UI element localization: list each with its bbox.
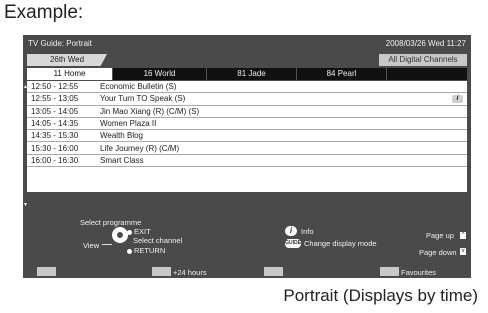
programme-time: 12:55 - 13:05 [31, 94, 79, 104]
info-label: Info [301, 227, 314, 236]
channel-tab-pearl[interactable]: 84 Pearl [297, 68, 387, 80]
select-programme-label: Select programme [80, 218, 142, 227]
programme-time: 16:00 - 16:30 [31, 155, 79, 165]
green-key-label: +24 hours [173, 268, 207, 277]
channel-tab-jade[interactable]: 81 Jade [207, 68, 297, 80]
exit-hint: EXIT [127, 227, 151, 236]
date-tab[interactable]: 26th Wed [27, 54, 107, 66]
programme-row[interactable]: 14:35 - 15:30 Wealth Blog [27, 130, 467, 143]
tv-guide-screen: TV Guide: Portrait 2008/03/26 Wed 11:27 … [23, 35, 471, 278]
programme-title: Life Journey (R) (C/M) [100, 143, 180, 153]
channel-bar: 11 Home 16 World 81 Jade 84 Pearl [27, 68, 467, 80]
color-key-bar: +24 hours Favourites [23, 265, 471, 278]
programme-title: Wealth Blog [100, 131, 143, 141]
programme-time: 12:50 - 12:55 [31, 82, 79, 92]
red-color-key[interactable] [37, 267, 56, 276]
programme-time: 14:05 - 14:35 [31, 119, 79, 129]
info-icon[interactable]: i [452, 95, 463, 104]
return-label: RETURN [134, 246, 166, 255]
navigation-pad-icon [112, 227, 128, 243]
current-datetime: 2008/03/26 Wed 11:27 [385, 39, 466, 48]
programme-time: 15:30 - 16:00 [31, 143, 79, 153]
blue-key-label: Favourites [401, 268, 437, 277]
green-color-key[interactable] [152, 267, 171, 276]
programme-row[interactable]: 16:00 - 16:30 Smart Class [27, 155, 467, 168]
view-leader-line [102, 244, 112, 245]
select-channel-label: Select channel [133, 236, 183, 245]
programme-row[interactable]: 13:05 - 14:05 Jin Mao Xiang (R) (C/M) (S… [27, 106, 467, 118]
programme-row[interactable]: 12:50 - 12:55 Economic Bulletin (S) [27, 81, 467, 94]
programme-row[interactable]: 14:05 - 14:35 Women Plaza II [27, 118, 467, 131]
return-dot-icon [127, 248, 132, 254]
figure-caption: Portrait (Displays by time) [283, 286, 478, 305]
channel-tab-empty [387, 68, 467, 80]
return-hint: RETURN [127, 246, 165, 255]
view-label: View [83, 241, 100, 250]
info-key-icon: i [285, 226, 297, 236]
page-up-label: Page up [426, 231, 454, 240]
programme-title: Jin Mao Xiang (R) (C/M) (S) [100, 106, 200, 116]
change-display-mode-label: Change display mode [304, 239, 377, 248]
scroll-down-arrow-icon[interactable]: ▼ [23, 202, 28, 208]
programme-title: Economic Bulletin (S) [100, 82, 177, 92]
all-digital-channels-selector[interactable]: All Digital Channels [379, 54, 467, 66]
channel-tab-world[interactable]: 16 World [113, 68, 207, 80]
programme-title: Smart Class [100, 155, 144, 165]
blue-color-key[interactable] [380, 267, 399, 276]
page-down-icon[interactable]: v [460, 248, 466, 255]
programme-time: 14:35 - 15:30 [31, 131, 79, 141]
page-down-label: Page down [419, 248, 457, 257]
guide-key-icon: GUIDE [285, 239, 301, 248]
help-panel: Select programme EXIT Select channel Vie… [23, 216, 471, 264]
programme-title: Your Turn TO Speak (S) [100, 94, 186, 104]
page-up-icon[interactable]: ^ [460, 232, 466, 239]
programme-row[interactable]: 15:30 - 16:00 Life Journey (R) (C/M) [27, 142, 467, 155]
programme-row[interactable]: 12:55 - 13:05 Your Turn TO Speak (S) i [27, 93, 467, 106]
example-heading: Example: [4, 2, 84, 23]
exit-label: EXIT [134, 227, 151, 236]
programme-time: 13:05 - 14:05 [31, 106, 79, 116]
programme-grid: 12:50 - 12:55 Economic Bulletin (S) 12:5… [27, 81, 467, 192]
yellow-color-key[interactable] [264, 267, 283, 276]
channel-tab-home[interactable]: 11 Home [27, 68, 113, 80]
guide-title: TV Guide: Portrait [28, 39, 93, 48]
programme-title: Women Plaza II [100, 119, 157, 129]
